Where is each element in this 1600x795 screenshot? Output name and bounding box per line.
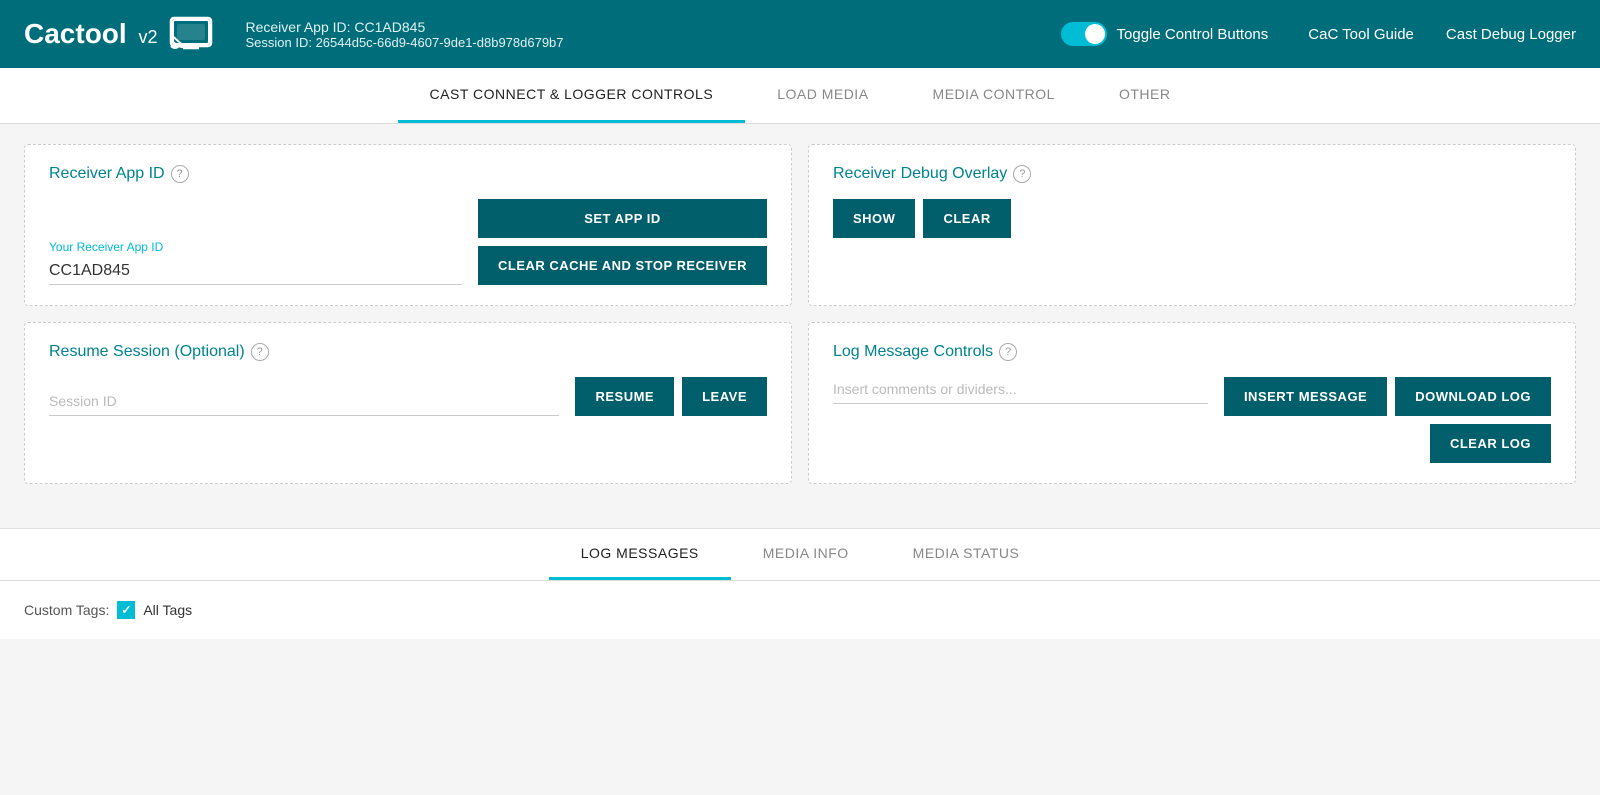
header-info: Receiver App ID: CC1AD845 Session ID: 26… [245, 19, 1060, 50]
toggle-slider[interactable] [1061, 22, 1107, 46]
tab-media-info[interactable]: MEDIA INFO [731, 529, 881, 580]
log-message-controls-card: Log Message Controls ? INSERT MESSAGE DO… [808, 322, 1576, 484]
tab-cast-connect[interactable]: CAST CONNECT & LOGGER CONTROLS [398, 68, 746, 123]
receiver-debug-overlay-buttons: SHOW CLEAR [833, 199, 1551, 238]
receiver-app-id-body: Your Receiver App ID SET APP ID CLEAR CA… [49, 199, 767, 285]
cast-icon [169, 16, 213, 52]
log-controls-body: INSERT MESSAGE DOWNLOAD LOG CLEAR LOG [833, 377, 1551, 463]
tab-load-media[interactable]: LOAD MEDIA [745, 68, 900, 123]
resume-session-body: RESUME LEAVE [49, 377, 767, 416]
resume-session-title: Resume Session (Optional) ? [49, 343, 767, 361]
toggle-area[interactable]: Toggle Control Buttons [1061, 22, 1269, 46]
receiver-app-id-buttons: SET APP ID CLEAR CACHE AND STOP RECEIVER [478, 199, 767, 285]
all-tags-checkbox[interactable] [117, 601, 135, 619]
receiver-app-id-input-label: Your Receiver App ID [49, 240, 462, 254]
resume-session-card: Resume Session (Optional) ? RESUME LEAVE [24, 322, 792, 484]
leave-button[interactable]: LEAVE [682, 377, 767, 416]
bottom-section: LOG MESSAGES MEDIA INFO MEDIA STATUS Cus… [0, 528, 1600, 639]
log-message-controls-title: Log Message Controls ? [833, 343, 1551, 361]
receiver-app-id-title: Receiver App ID ? [49, 165, 767, 183]
header: Cactool v2 Receiver App ID: CC1AD845 Ses… [0, 0, 1600, 68]
clear-log-button[interactable]: CLEAR LOG [1430, 424, 1551, 463]
all-tags-label: All Tags [143, 602, 192, 618]
cards-row-1: Receiver App ID ? Your Receiver App ID S… [24, 144, 1576, 306]
log-buttons-row2: CLEAR LOG [1430, 424, 1551, 463]
download-log-button[interactable]: DOWNLOAD LOG [1395, 377, 1551, 416]
clear-cache-stop-receiver-button[interactable]: CLEAR CACHE AND STOP RECEIVER [478, 246, 767, 285]
receiver-app-id-input-area: Your Receiver App ID [49, 240, 462, 285]
header-nav: CaC Tool Guide Cast Debug Logger [1308, 26, 1576, 43]
receiver-debug-overlay-title: Receiver Debug Overlay ? [833, 165, 1551, 183]
tab-media-control[interactable]: MEDIA CONTROL [901, 68, 1087, 123]
log-message-controls-help-icon[interactable]: ? [999, 343, 1017, 361]
show-overlay-button[interactable]: SHOW [833, 199, 915, 238]
logo-text: Cactool v2 [24, 18, 157, 50]
bottom-content: Custom Tags: All Tags [0, 581, 1600, 639]
set-app-id-button[interactable]: SET APP ID [478, 199, 767, 238]
main-tabs: CAST CONNECT & LOGGER CONTROLS LOAD MEDI… [0, 68, 1600, 124]
header-session-id: Session ID: 26544d5c-66d9-4607-9de1-d8b9… [245, 35, 1060, 50]
receiver-app-id-help-icon[interactable]: ? [171, 165, 189, 183]
toggle-label: Toggle Control Buttons [1117, 26, 1269, 43]
receiver-debug-overlay-title-text: Receiver Debug Overlay [833, 165, 1007, 183]
resume-session-help-icon[interactable]: ? [251, 343, 269, 361]
log-comment-input-area [833, 377, 1208, 404]
receiver-app-id-input[interactable] [49, 258, 462, 285]
tab-other[interactable]: OTHER [1087, 68, 1203, 123]
log-message-controls-title-text: Log Message Controls [833, 343, 993, 361]
resume-session-title-text: Resume Session (Optional) [49, 343, 245, 361]
log-comment-input[interactable] [833, 377, 1208, 404]
receiver-app-id-title-text: Receiver App ID [49, 165, 165, 183]
receiver-debug-overlay-help-icon[interactable]: ? [1013, 165, 1031, 183]
log-buttons-row1: INSERT MESSAGE DOWNLOAD LOG [1224, 377, 1551, 416]
logo-area: Cactool v2 [24, 16, 213, 52]
tab-media-status[interactable]: MEDIA STATUS [881, 529, 1052, 580]
cac-tool-guide-link[interactable]: CaC Tool Guide [1308, 26, 1414, 43]
log-buttons: INSERT MESSAGE DOWNLOAD LOG CLEAR LOG [1224, 377, 1551, 463]
custom-tags-row: Custom Tags: All Tags [24, 601, 1576, 619]
session-id-input-area [49, 389, 559, 416]
toggle-control-buttons[interactable] [1061, 22, 1107, 46]
app-name: Cactool [24, 18, 127, 49]
custom-tags-label: Custom Tags: [24, 602, 109, 618]
main-content: Receiver App ID ? Your Receiver App ID S… [0, 124, 1600, 520]
cast-debug-logger-link[interactable]: Cast Debug Logger [1446, 26, 1576, 43]
resume-session-buttons: RESUME LEAVE [575, 377, 767, 416]
receiver-debug-overlay-card: Receiver Debug Overlay ? SHOW CLEAR [808, 144, 1576, 306]
insert-message-button[interactable]: INSERT MESSAGE [1224, 377, 1387, 416]
resume-button[interactable]: RESUME [575, 377, 674, 416]
cards-row-2: Resume Session (Optional) ? RESUME LEAVE… [24, 322, 1576, 484]
session-id-input[interactable] [49, 389, 559, 416]
clear-overlay-button[interactable]: CLEAR [923, 199, 1010, 238]
app-version: v2 [138, 27, 157, 47]
header-receiver-app-id: Receiver App ID: CC1AD845 [245, 19, 1060, 35]
tab-log-messages[interactable]: LOG MESSAGES [549, 529, 731, 580]
receiver-app-id-card: Receiver App ID ? Your Receiver App ID S… [24, 144, 792, 306]
bottom-tabs: LOG MESSAGES MEDIA INFO MEDIA STATUS [0, 529, 1600, 581]
